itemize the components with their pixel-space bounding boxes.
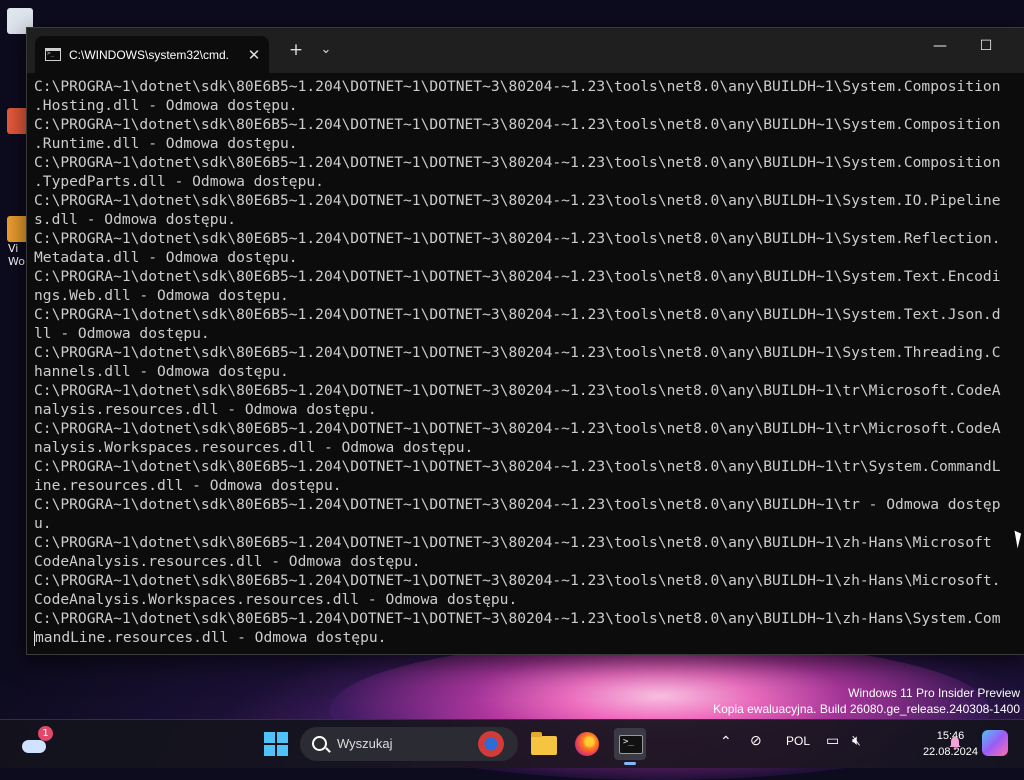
- output-line: C:\PROGRA~1\dotnet\sdk\80E6B5~1.204\DOTN…: [34, 458, 1001, 475]
- output-line: u.: [34, 515, 52, 532]
- search-input[interactable]: Wyszukaj: [300, 727, 518, 761]
- output-line-text: mandLine.resources.dll - Odmowa dostępu.: [35, 629, 387, 646]
- tab-title: C:\WINDOWS\system32\cmd.: [69, 47, 230, 62]
- cmd-icon: [45, 48, 61, 61]
- network-icon[interactable]: ⊘: [750, 732, 762, 749]
- output-line: s.dll - Odmowa dostępu.: [34, 211, 237, 228]
- output-line: C:\PROGRA~1\dotnet\sdk\80E6B5~1.204\DOTN…: [34, 534, 992, 551]
- output-line: C:\PROGRA~1\dotnet\sdk\80E6B5~1.204\DOTN…: [34, 420, 1001, 437]
- terminal-output[interactable]: C:\PROGRA~1\dotnet\sdk\80E6B5~1.204\DOTN…: [27, 73, 1024, 654]
- output-line: ll - Odmowa dostępu.: [34, 325, 210, 342]
- start-icon-tile: [264, 732, 275, 743]
- output-line: C:\PROGRA~1\dotnet\sdk\80E6B5~1.204\DOTN…: [34, 344, 1001, 361]
- terminal-icon[interactable]: [614, 728, 646, 760]
- desktop-icon-label: Vi Wo: [8, 242, 25, 268]
- firefox-globe-icon: [575, 732, 599, 756]
- output-line-current: mandLine.resources.dll - Odmowa dostępu.: [34, 628, 1024, 647]
- search-highlight-icon: [478, 731, 504, 757]
- watermark-build: Kopia ewaluacyjna. Build 26080.ge_releas…: [713, 702, 1020, 716]
- start-icon-tile: [277, 745, 288, 756]
- output-line: nalysis.Workspaces.resources.dll - Odmow…: [34, 439, 474, 456]
- language-indicator[interactable]: POL: [786, 734, 810, 748]
- output-line: C:\PROGRA~1\dotnet\sdk\80E6B5~1.204\DOTN…: [34, 78, 1001, 95]
- start-icon-tile: [277, 732, 288, 743]
- output-line: nalysis.resources.dll - Odmowa dostępu.: [34, 401, 377, 418]
- output-line: ine.resources.dll - Odmowa dostępu.: [34, 477, 342, 494]
- output-line: C:\PROGRA~1\dotnet\sdk\80E6B5~1.204\DOTN…: [34, 230, 1001, 247]
- watermark-edition: Windows 11 Pro Insider Preview: [848, 686, 1020, 700]
- output-line: .TypedParts.dll - Odmowa dostępu.: [34, 173, 324, 190]
- display-icon[interactable]: ▭: [826, 732, 839, 749]
- output-line: C:\PROGRA~1\dotnet\sdk\80E6B5~1.204\DOTN…: [34, 382, 1001, 399]
- cloud-icon: [22, 740, 46, 753]
- title-bar[interactable]: C:\WINDOWS\system32\cmd. ✕ + ⌄ — ☐: [27, 28, 1024, 73]
- output-line: ngs.Web.dll - Odmowa dostępu.: [34, 287, 289, 304]
- chevron-up-icon[interactable]: ⌃: [720, 733, 732, 750]
- tab-cmd[interactable]: C:\WINDOWS\system32\cmd. ✕: [35, 36, 269, 73]
- firefox-icon[interactable]: [571, 728, 603, 760]
- terminal-glyph-icon: [619, 735, 643, 754]
- output-line: C:\PROGRA~1\dotnet\sdk\80E6B5~1.204\DOTN…: [34, 268, 1001, 285]
- tab-dropdown-icon[interactable]: ⌄: [313, 42, 339, 57]
- start-icon[interactable]: [260, 728, 292, 760]
- output-line: C:\PROGRA~1\dotnet\sdk\80E6B5~1.204\DOTN…: [34, 306, 1001, 323]
- output-line: C:\PROGRA~1\dotnet\sdk\80E6B5~1.204\DOTN…: [34, 496, 1001, 513]
- active-app-indicator: [624, 762, 636, 765]
- terminal-window[interactable]: C:\WINDOWS\system32\cmd. ✕ + ⌄ — ☐ C:\PR…: [26, 27, 1024, 655]
- output-line: C:\PROGRA~1\dotnet\sdk\80E6B5~1.204\DOTN…: [34, 610, 1001, 627]
- volume-icon[interactable]: 🔇︎: [852, 732, 861, 749]
- taskbar: 1 Wyszukaj ⌃ ⊘ POL ▭ 🔇︎ 15:46 22.08.2024: [0, 719, 1024, 768]
- output-line: CodeAnalysis.Workspaces.resources.dll - …: [34, 591, 518, 608]
- output-line: C:\PROGRA~1\dotnet\sdk\80E6B5~1.204\DOTN…: [34, 192, 1001, 209]
- weather-icon[interactable]: 1: [18, 726, 53, 760]
- copilot-icon[interactable]: [982, 730, 1008, 756]
- output-line: Metadata.dll - Odmowa dostępu.: [34, 249, 298, 266]
- output-line: .Hosting.dll - Odmowa dostępu.: [34, 97, 298, 114]
- output-line: C:\PROGRA~1\dotnet\sdk\80E6B5~1.204\DOTN…: [34, 572, 1001, 589]
- bell-icon[interactable]: [948, 736, 962, 750]
- maximize-button[interactable]: ☐: [963, 38, 1009, 64]
- search-icon: [312, 736, 327, 751]
- folder-icon: [531, 732, 557, 755]
- output-line: hannels.dll - Odmowa dostępu.: [34, 363, 289, 380]
- output-line: C:\PROGRA~1\dotnet\sdk\80E6B5~1.204\DOTN…: [34, 116, 1001, 133]
- search-placeholder: Wyszukaj: [337, 736, 393, 751]
- output-line: C:\PROGRA~1\dotnet\sdk\80E6B5~1.204\DOTN…: [34, 154, 1001, 171]
- file-explorer-icon[interactable]: [528, 728, 560, 760]
- windows-watermark: Windows 11 Pro Insider Preview Kopia ewa…: [713, 685, 1020, 717]
- start-icon-tile: [264, 745, 275, 756]
- output-line: .Runtime.dll - Odmowa dostępu.: [34, 135, 298, 152]
- new-tab-button[interactable]: +: [283, 40, 309, 60]
- notification-badge: 1: [38, 726, 53, 741]
- tab-close-icon[interactable]: ✕: [245, 46, 263, 64]
- minimize-button[interactable]: —: [917, 38, 963, 64]
- output-line: CodeAnalysis.resources.dll - Odmowa dost…: [34, 553, 421, 570]
